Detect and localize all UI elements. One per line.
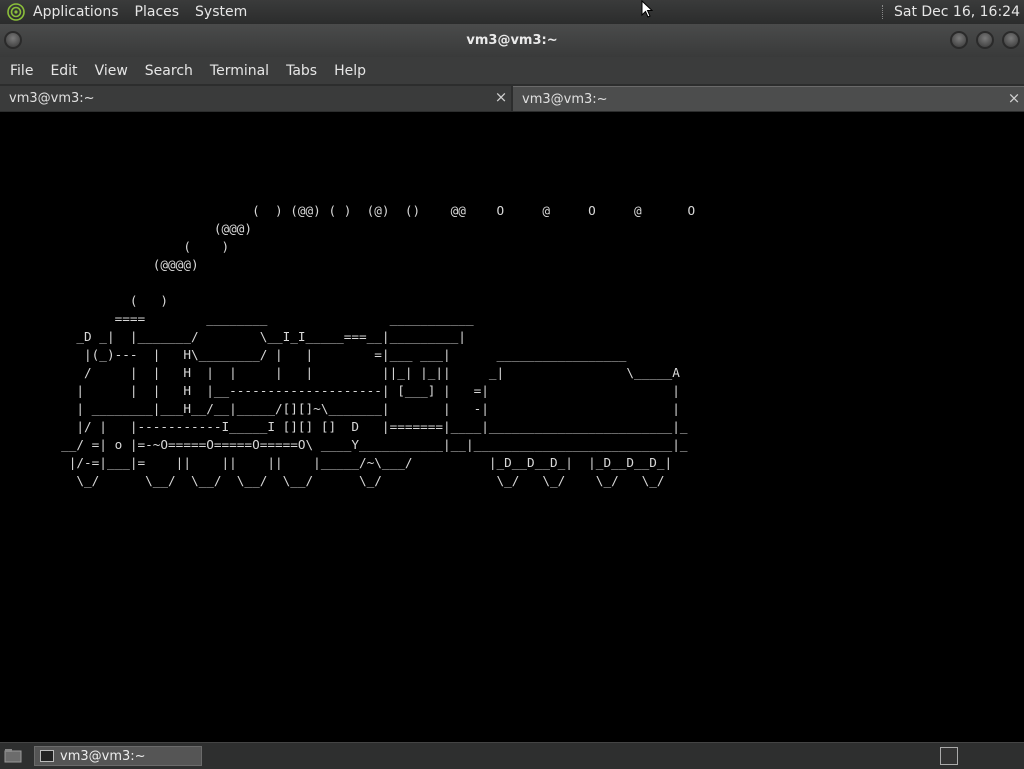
tab-2-close-icon[interactable]: × <box>1007 91 1021 106</box>
menu-tabs[interactable]: Tabs <box>286 63 317 79</box>
panel-clock[interactable]: Sat Dec 16, 16:24 <box>894 4 1020 20</box>
minimize-icon[interactable] <box>950 31 968 49</box>
tray-terminal-icon[interactable] <box>940 747 958 765</box>
applications-menu[interactable]: Applications <box>33 4 119 20</box>
menu-search[interactable]: Search <box>145 63 193 79</box>
terminal-output: ( ) (@@) ( ) (@) () @@ O @ O @ O (@@@) (… <box>61 203 696 488</box>
mouse-cursor-icon <box>641 0 653 18</box>
tab-bar: vm3@vm3:~ × vm3@vm3:~ × <box>0 84 1024 112</box>
menu-help[interactable]: Help <box>334 63 366 79</box>
menu-terminal[interactable]: Terminal <box>210 63 269 79</box>
taskbar-terminal-button[interactable]: vm3@vm3:~ <box>34 746 202 766</box>
tab-2[interactable]: vm3@vm3:~ × <box>513 86 1024 111</box>
menubar: File Edit View Search Terminal Tabs Help <box>0 57 1024 84</box>
panel-grip-handle <box>881 5 886 19</box>
window-title: vm3@vm3:~ <box>466 33 558 48</box>
show-desktop-icon[interactable] <box>4 748 22 764</box>
menu-view[interactable]: View <box>95 63 128 79</box>
tab-1-close-icon[interactable]: × <box>494 90 508 105</box>
taskbar-task-label: vm3@vm3:~ <box>60 748 146 764</box>
system-menu[interactable]: System <box>195 4 247 20</box>
window-titlebar[interactable]: vm3@vm3:~ <box>0 24 1024 57</box>
window-menu-icon[interactable] <box>4 31 22 49</box>
distro-logo-icon[interactable] <box>7 2 27 22</box>
top-panel: Applications Places System Sat Dec 16, 1… <box>0 0 1024 24</box>
tab-2-label: vm3@vm3:~ <box>522 91 608 107</box>
close-window-icon[interactable] <box>1002 31 1020 49</box>
terminal-icon <box>40 750 54 762</box>
menu-edit[interactable]: Edit <box>50 63 77 79</box>
places-menu[interactable]: Places <box>135 4 180 20</box>
tab-1-label: vm3@vm3:~ <box>9 91 95 106</box>
tab-1[interactable]: vm3@vm3:~ × <box>0 86 511 111</box>
menu-file[interactable]: File <box>10 63 33 79</box>
bottom-panel: vm3@vm3:~ <box>0 742 1024 769</box>
maximize-icon[interactable] <box>976 31 994 49</box>
